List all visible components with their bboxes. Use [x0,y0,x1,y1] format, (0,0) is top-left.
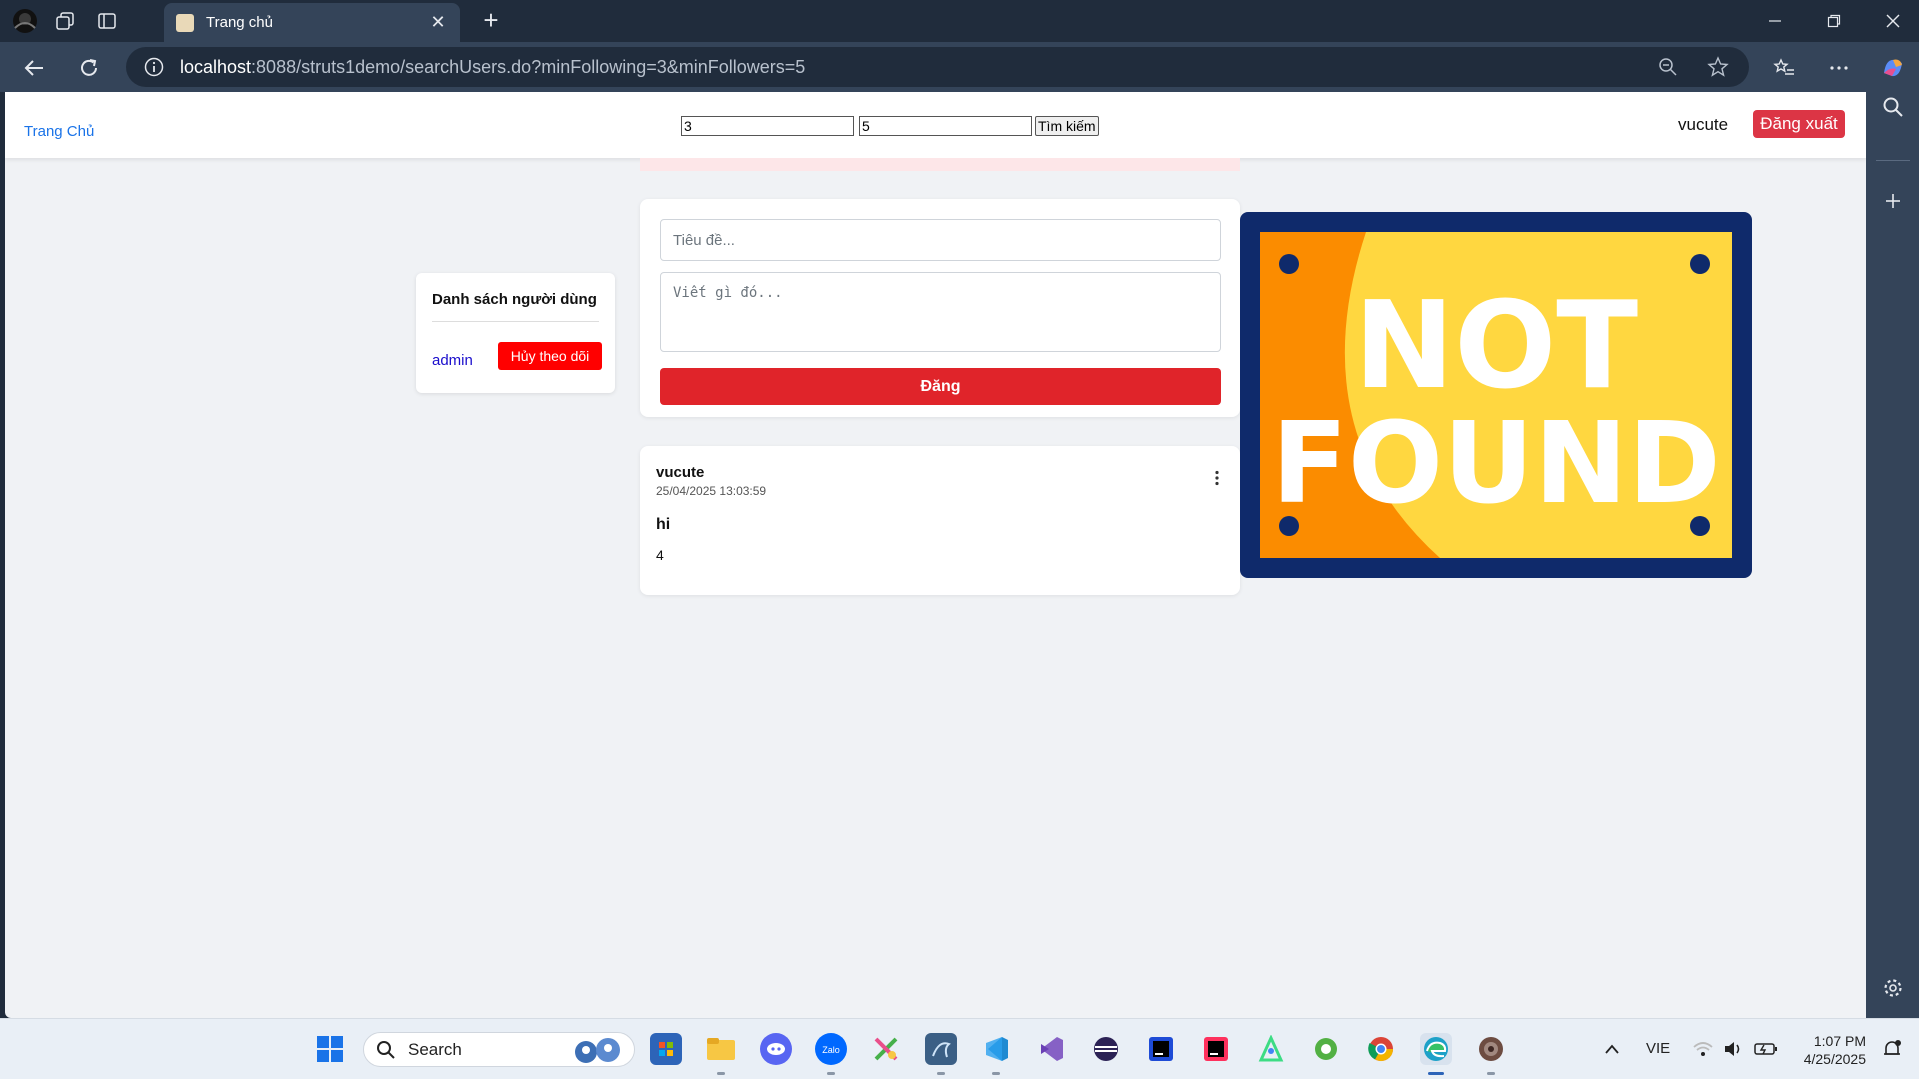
image-text-line2: FOUND [1271,399,1720,529]
favorite-star-icon[interactable] [1705,54,1731,80]
svg-text:Zalo: Zalo [822,1045,840,1055]
post-body: 4 [656,547,664,563]
mysql-workbench-icon[interactable] [925,1033,957,1065]
file-explorer-icon[interactable] [705,1033,737,1065]
not-found-image: NOT FOUND [1240,212,1752,578]
running-indicator [992,1072,1000,1075]
image-text-line1: NOT [1354,277,1638,416]
minimize-icon[interactable] [1760,8,1790,34]
profile-avatar-icon[interactable] [12,8,38,34]
page-viewport: Trang Chủ Tìm kiếm vucute Đăng xuất Danh… [5,92,1866,1018]
user-link-admin[interactable]: admin [432,352,473,369]
search-button[interactable]: Tìm kiếm [1035,116,1099,136]
post-author: vucute [656,464,705,481]
vscode-icon[interactable] [980,1033,1012,1065]
site-info-icon[interactable] [144,57,164,77]
notifications-icon[interactable] [1878,1033,1906,1065]
post-body-textarea[interactable] [660,272,1221,352]
browser-title-bar: Trang chủ ✕ + [0,0,1919,42]
close-tab-icon[interactable]: ✕ [428,12,448,33]
zoom-out-icon[interactable] [1655,54,1681,80]
sidebar-settings-icon[interactable] [1878,973,1908,1003]
battery-icon[interactable] [1750,1033,1782,1065]
clock-time: 1:07 PM [1813,1033,1866,1049]
running-indicator [717,1072,725,1075]
home-link[interactable]: Trang Chủ [24,123,94,140]
alert-banner [640,158,1240,171]
post-title-input[interactable] [660,219,1221,261]
running-indicator [937,1072,945,1075]
sidebar-add-icon[interactable] [1878,186,1908,216]
restore-icon[interactable] [1819,8,1849,34]
post-title: hi [656,516,671,533]
clock-date: 4/25/2025 [1803,1051,1866,1067]
volume-icon[interactable] [1718,1033,1750,1065]
windows-taskbar: Search Zalo VIE 1:07 PM 4/25/2025 [0,1018,1919,1079]
start-windows-icon[interactable] [314,1033,346,1065]
intellij-community-icon[interactable] [1145,1033,1177,1065]
snipping-tool-icon[interactable] [870,1033,902,1065]
url-text[interactable]: localhost:8088/struts1demo/searchUsers.d… [180,57,1631,78]
close-window-icon[interactable] [1878,8,1908,34]
post-timestamp: 25/04/2025 13:03:59 [656,484,767,498]
more-options-icon[interactable] [1825,54,1853,82]
input-language[interactable]: VIE [1646,1040,1670,1057]
taskbar-search-label: Search [408,1039,462,1059]
visual-studio-icon[interactable] [1035,1033,1067,1065]
min-following-input[interactable] [681,116,854,136]
intellij-ultimate-icon[interactable] [1200,1033,1232,1065]
show-hidden-icons-icon[interactable] [1596,1033,1628,1065]
tor-browser-icon[interactable] [1475,1033,1507,1065]
refresh-icon[interactable] [75,54,103,82]
discord-icon[interactable] [760,1033,792,1065]
system-clock[interactable]: 1:07 PM 4/25/2025 [1796,1032,1866,1068]
running-indicator [1487,1072,1495,1075]
search-highlight-icon [575,1037,620,1063]
tab-title: Trang chủ [206,14,273,31]
active-indicator [1428,1072,1444,1075]
coc-coc-icon[interactable] [1310,1033,1342,1065]
zalo-icon[interactable]: Zalo [815,1033,847,1065]
submit-post-button[interactable]: Đăng [660,368,1221,405]
site-header: Trang Chủ Tìm kiếm vucute Đăng xuất [5,92,1866,158]
sidebar-divider [1876,160,1910,161]
workspaces-icon[interactable] [52,8,78,34]
post-card: vucute 25/04/2025 13:03:59 hi 4 [640,446,1240,595]
microsoft-store-icon[interactable] [650,1033,682,1065]
eclipse-icon[interactable] [1090,1033,1122,1065]
edge-icon[interactable] [1420,1033,1452,1065]
post-menu-icon[interactable] [1207,468,1227,488]
android-studio-icon[interactable] [1255,1033,1287,1065]
browser-toolbar: localhost:8088/struts1demo/searchUsers.d… [0,42,1919,92]
unfollow-button[interactable]: Hủy theo dõi [498,342,602,370]
user-list-heading: Danh sách người dùng [432,291,597,308]
active-tab[interactable]: Trang chủ ✕ [164,3,460,42]
address-bar[interactable]: localhost:8088/struts1demo/searchUsers.d… [126,47,1749,87]
search-icon [377,1040,395,1059]
vertical-tabs-icon[interactable] [94,8,120,34]
logout-button[interactable]: Đăng xuất [1753,110,1845,138]
tab-favicon-icon [176,13,194,32]
chrome-icon[interactable] [1365,1033,1397,1065]
min-followers-input[interactable] [859,116,1032,136]
post-composer: Đăng [640,199,1240,417]
new-tab-icon[interactable]: + [478,7,504,34]
divider [432,321,599,322]
favorites-icon[interactable] [1770,54,1798,82]
wifi-icon[interactable] [1687,1033,1719,1065]
copilot-icon[interactable] [1879,54,1907,82]
user-list-card: Danh sách người dùng admin Hủy theo dõi [416,273,615,393]
current-username: vucute [1678,115,1729,134]
sidebar-search-icon[interactable] [1878,92,1908,122]
back-icon[interactable] [20,54,48,82]
edge-sidebar [1866,92,1919,1018]
taskbar-search[interactable]: Search [363,1032,635,1067]
running-indicator [827,1072,835,1075]
